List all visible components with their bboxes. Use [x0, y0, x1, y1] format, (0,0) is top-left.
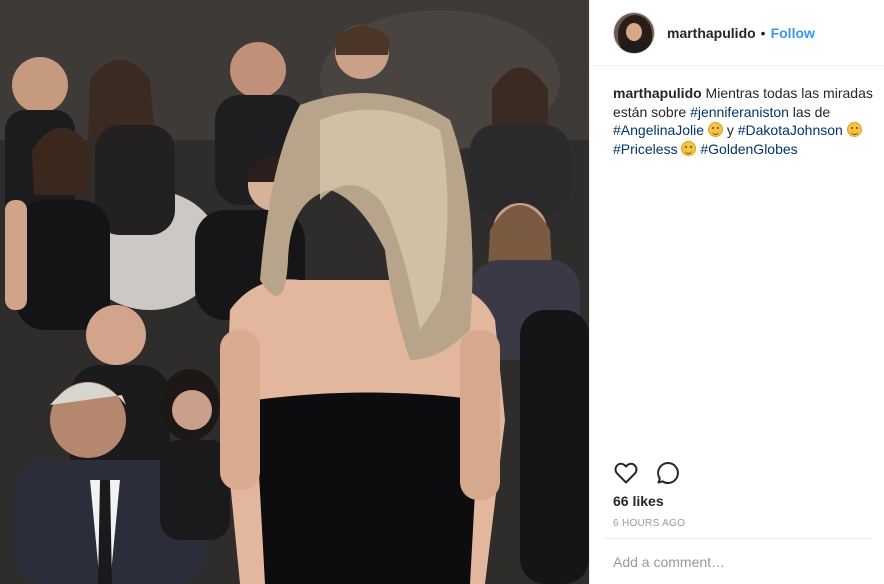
post-caption: marthapulido Mientras todas las miradas …: [613, 84, 875, 158]
hashtag-goldenglobes[interactable]: #GoldenGlobes: [700, 141, 797, 157]
avatar-face: [626, 22, 642, 41]
post-side-panel: marthapulido • Follow marthapulido Mient…: [589, 0, 884, 584]
smiley-emoji-icon: [681, 140, 697, 156]
caption-text: y: [722, 122, 738, 138]
comment-input[interactable]: [613, 553, 872, 570]
comment-bar: [604, 538, 872, 584]
instagram-post: marthapulido • Follow marthapulido Mient…: [0, 0, 884, 584]
speech-bubble-icon[interactable]: [655, 460, 681, 486]
hashtag-angelinajolie[interactable]: #AngelinaJolie: [613, 122, 704, 138]
separator-dot: •: [760, 24, 766, 41]
photo-scene: [0, 0, 589, 584]
likes-count[interactable]: 66 likes: [613, 493, 664, 509]
post-photo[interactable]: [0, 0, 589, 584]
post-timestamp[interactable]: 6 HOURS AGO: [613, 518, 685, 529]
username-link[interactable]: marthapulido: [667, 25, 756, 41]
hashtag-dakotajohnson[interactable]: #DakotaJohnson: [738, 122, 843, 138]
post-header: marthapulido • Follow: [590, 0, 884, 66]
follow-button[interactable]: Follow: [771, 25, 815, 41]
heart-icon[interactable]: [613, 460, 639, 486]
smiley-emoji-icon: [707, 122, 723, 137]
post-actions: [613, 460, 681, 486]
avatar[interactable]: [613, 11, 655, 54]
caption-username-link[interactable]: marthapulido: [613, 85, 702, 101]
caption-text: las de: [788, 103, 831, 120]
hashtag-jenniferaniston[interactable]: #jenniferaniston: [690, 104, 789, 120]
avatar-body: [620, 40, 650, 53]
smiley-emoji-icon: [846, 122, 862, 137]
hashtag-priceless[interactable]: #Priceless: [613, 141, 678, 157]
